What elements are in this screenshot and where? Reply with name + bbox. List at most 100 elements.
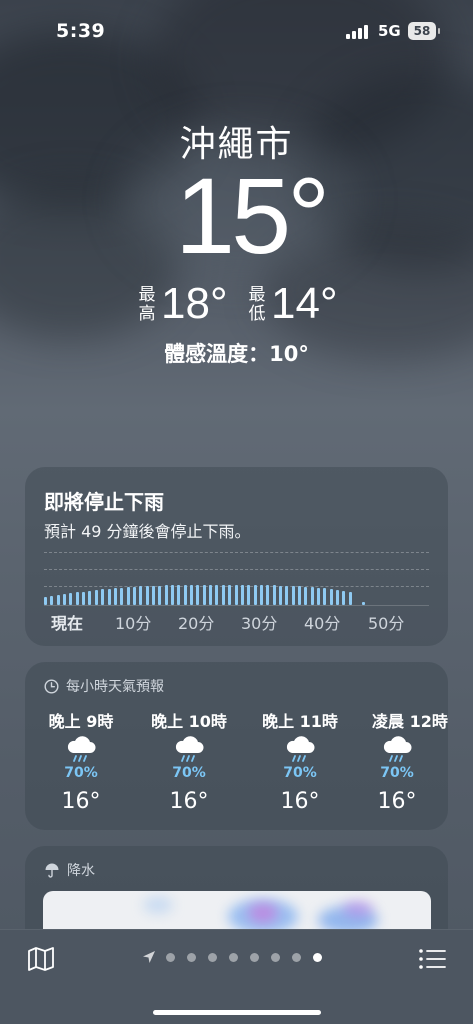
page-dot[interactable] xyxy=(250,952,259,962)
rain-bar xyxy=(285,585,289,605)
bottom-toolbar xyxy=(0,929,473,1024)
chart-gridline xyxy=(44,552,429,553)
tick-label: 30分 xyxy=(241,614,278,633)
rain-bar xyxy=(145,586,149,605)
rain-bar xyxy=(215,584,219,605)
precip-chance: 70% xyxy=(64,765,98,781)
hour-time: 晚上 10時 xyxy=(151,712,227,731)
high-label: 最高 xyxy=(138,285,156,324)
rain-bar xyxy=(139,586,143,605)
rain-bar xyxy=(82,591,86,605)
precip-card-title: 即將停止下雨 xyxy=(44,490,164,514)
high-temperature: 18° xyxy=(161,279,228,328)
rain-bar xyxy=(183,584,187,605)
rain-bar xyxy=(151,585,155,605)
rain-bar xyxy=(298,586,301,605)
precip-chance: 70% xyxy=(283,765,317,781)
rain-bar xyxy=(56,595,60,605)
rain-bar xyxy=(336,589,340,605)
rain-bar xyxy=(361,602,365,605)
hour-temp: 16° xyxy=(169,789,209,814)
rain-bar xyxy=(75,592,79,605)
rain-bar xyxy=(221,584,225,605)
rain-bar xyxy=(171,585,174,605)
page-dot[interactable] xyxy=(187,952,196,962)
clock-icon xyxy=(44,678,59,694)
battery-icon: 58 xyxy=(408,22,440,40)
chart-baseline xyxy=(44,605,429,606)
rain-bar xyxy=(177,584,181,605)
rain-bar xyxy=(259,584,263,605)
rain-bar xyxy=(247,584,251,605)
rain-bar xyxy=(88,590,92,605)
tick-label: 現在 xyxy=(51,614,84,633)
rain-bar xyxy=(317,587,321,605)
rain-bar xyxy=(44,596,47,605)
rain-bar xyxy=(278,585,282,605)
rain-bar xyxy=(253,584,257,605)
rain-bar xyxy=(107,588,111,605)
hour-time: 晚上 9時 xyxy=(48,712,114,731)
rain-bar xyxy=(69,593,73,605)
page-dot[interactable] xyxy=(271,952,280,962)
page-dot[interactable] xyxy=(313,952,322,962)
current-temperature: 15° xyxy=(175,155,330,276)
hour-temp: 16° xyxy=(280,789,320,814)
status-bar: 5:39 5G 58 xyxy=(0,0,473,60)
tick-label: 50分 xyxy=(368,614,405,633)
page-dot[interactable] xyxy=(229,952,238,962)
hourly-card-title: 每小時天氣預報 xyxy=(66,679,164,695)
rain-intensity-chart xyxy=(44,575,429,605)
hour-item: 凌晨 12時 70% 16° xyxy=(349,708,473,814)
rain-bar xyxy=(234,584,238,605)
list-icon[interactable] xyxy=(417,946,447,972)
cloud-rain-icon xyxy=(252,735,348,765)
low-label: 最低 xyxy=(248,285,266,324)
rain-bar xyxy=(164,585,168,605)
hourly-list[interactable]: 晚上 9時 70% 16° 晚上 10時 70% 16° 晚上 11時 70% … xyxy=(25,708,448,818)
hour-item: 晚上 9時 70% 16° xyxy=(33,708,129,814)
tick-label: 40分 xyxy=(304,614,341,633)
rain-bar xyxy=(101,589,105,605)
tick-label: 10分 xyxy=(115,614,152,633)
feels-like: 體感溫度：10° xyxy=(164,342,309,366)
rain-bar xyxy=(266,585,270,605)
rain-bar xyxy=(209,584,213,605)
rain-bar xyxy=(272,585,276,605)
hourly-forecast-card[interactable]: 每小時天氣預報 晚上 9時 70% 16° 晚上 10時 70% 16° 晚上 … xyxy=(25,662,448,830)
next-hour-precipitation-card[interactable]: 即將停止下雨 預計 49 分鐘後會停止下雨。 現在 10分 20分 30分 40… xyxy=(25,467,448,646)
rain-bar xyxy=(50,596,54,605)
rain-bar xyxy=(348,591,352,605)
hour-item: 晚上 11時 70% 16° xyxy=(252,708,348,814)
rain-bar xyxy=(304,586,308,605)
precip-map-title: 降水 xyxy=(67,863,95,879)
precip-card-subtitle: 預計 49 分鐘後會停止下雨。 xyxy=(44,522,251,541)
hour-item: 晚上 10時 70% 16° xyxy=(141,708,237,814)
page-dot[interactable] xyxy=(208,952,217,962)
low-temperature: 14° xyxy=(271,279,338,328)
rain-bar xyxy=(310,587,314,605)
hour-time: 凌晨 12時 xyxy=(372,712,448,731)
rain-bar xyxy=(190,584,194,605)
page-indicator[interactable] xyxy=(142,949,334,965)
tick-label: 20分 xyxy=(178,614,215,633)
rain-bar xyxy=(94,590,98,605)
hourly-card-header: 每小時天氣預報 xyxy=(44,676,164,696)
chart-gridline xyxy=(44,569,429,570)
rain-bar xyxy=(228,584,232,605)
precip-chance: 70% xyxy=(172,765,206,781)
page-dot[interactable] xyxy=(292,952,301,962)
network-type: 5G xyxy=(378,22,401,40)
page-dot[interactable] xyxy=(166,952,175,962)
rain-bar xyxy=(158,585,162,605)
rain-bar xyxy=(196,584,200,605)
home-indicator xyxy=(153,1010,321,1015)
cloud-rain-icon xyxy=(33,735,129,765)
map-icon[interactable] xyxy=(26,946,56,972)
rain-bar xyxy=(120,587,124,605)
precip-chance: 70% xyxy=(380,765,414,781)
rain-bar xyxy=(113,588,117,605)
rain-bar xyxy=(329,588,333,605)
rain-bar xyxy=(323,588,327,605)
cloud-rain-icon xyxy=(349,735,445,765)
